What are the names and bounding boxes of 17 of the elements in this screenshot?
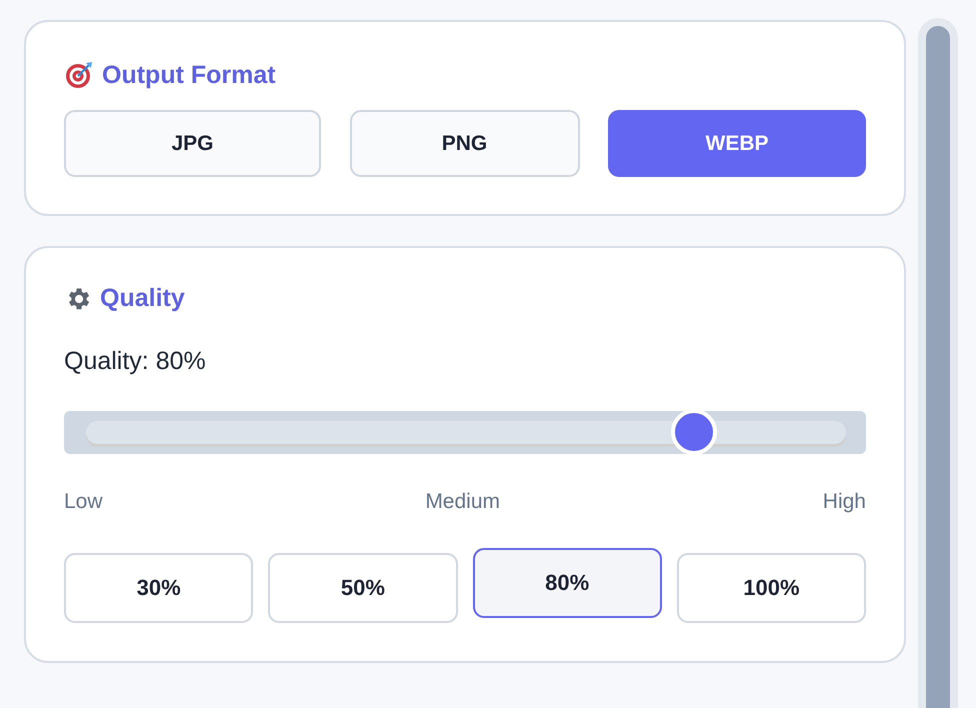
quality-value: Quality: 80% <box>64 347 207 376</box>
slider-thumb[interactable] <box>671 409 717 455</box>
scrollbar-thumb[interactable] <box>926 26 950 708</box>
section-title: Output Format <box>102 60 276 90</box>
quality-preset[interactable]: 100% <box>676 553 866 623</box>
format-option[interactable]: WEBP <box>608 110 866 177</box>
section-title: Quality <box>100 284 185 313</box>
format-option[interactable]: JPG <box>64 110 321 177</box>
quality-preset[interactable]: 50% <box>268 553 458 623</box>
scale-label: High <box>822 490 866 514</box>
target-icon <box>64 60 94 90</box>
scale-label: Low <box>64 490 103 514</box>
quality-slider[interactable] <box>64 411 866 454</box>
scale-label: Medium <box>425 490 500 514</box>
quality-preset[interactable]: 80% <box>472 548 662 618</box>
quality-preset[interactable]: 30% <box>64 553 254 623</box>
format-option[interactable]: PNG <box>350 110 580 177</box>
